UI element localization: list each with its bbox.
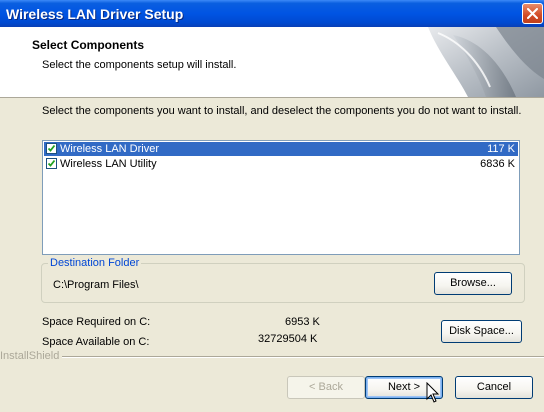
page-title: Select Components	[32, 38, 145, 52]
list-item[interactable]: Wireless LAN Utility 6836 K	[44, 157, 518, 171]
back-button[interactable]: < Back	[287, 376, 365, 399]
installshield-brand: InstallShield	[0, 350, 63, 362]
mouse-cursor-icon	[426, 382, 440, 403]
header-panel: Select Components Select the components …	[0, 27, 544, 98]
separator	[40, 356, 544, 358]
checkbox[interactable]	[46, 143, 57, 154]
window-title: Wireless LAN Driver Setup	[6, 6, 184, 22]
title-bar[interactable]: Wireless LAN Driver Setup	[0, 0, 544, 27]
list-item[interactable]: Wireless LAN Driver 117 K	[44, 142, 518, 156]
header-graphic	[428, 27, 544, 97]
destination-folder-legend: Destination Folder	[48, 257, 142, 269]
space-required-label: Space Required on C:	[42, 316, 151, 328]
browse-button[interactable]: Browse...	[434, 272, 512, 295]
check-icon	[47, 144, 56, 152]
page-subtitle: Select the components setup will install…	[42, 59, 237, 71]
instructions-text: Select the components you want to instal…	[42, 105, 522, 117]
space-available-value: 32729504 K	[258, 333, 318, 345]
component-size: 6836 K	[480, 158, 515, 170]
components-list[interactable]: Wireless LAN Driver 117 K Wireless LAN U…	[42, 140, 520, 255]
check-icon	[47, 159, 56, 167]
destination-path: C:\Program Files\	[53, 279, 139, 291]
setup-window: Wireless LAN Driver Setup Select Compone…	[0, 0, 544, 412]
component-name: Wireless LAN Utility	[60, 158, 157, 170]
disk-space-button[interactable]: Disk Space...	[441, 320, 522, 343]
space-available-label: Space Available on C:	[42, 336, 150, 348]
checkbox[interactable]	[46, 158, 57, 169]
close-button[interactable]	[522, 3, 543, 24]
cancel-button[interactable]: Cancel	[455, 376, 533, 399]
component-name: Wireless LAN Driver	[60, 143, 160, 155]
component-size: 117 K	[487, 143, 515, 155]
close-icon	[527, 8, 538, 19]
space-required-value: 6953 K	[285, 316, 320, 328]
